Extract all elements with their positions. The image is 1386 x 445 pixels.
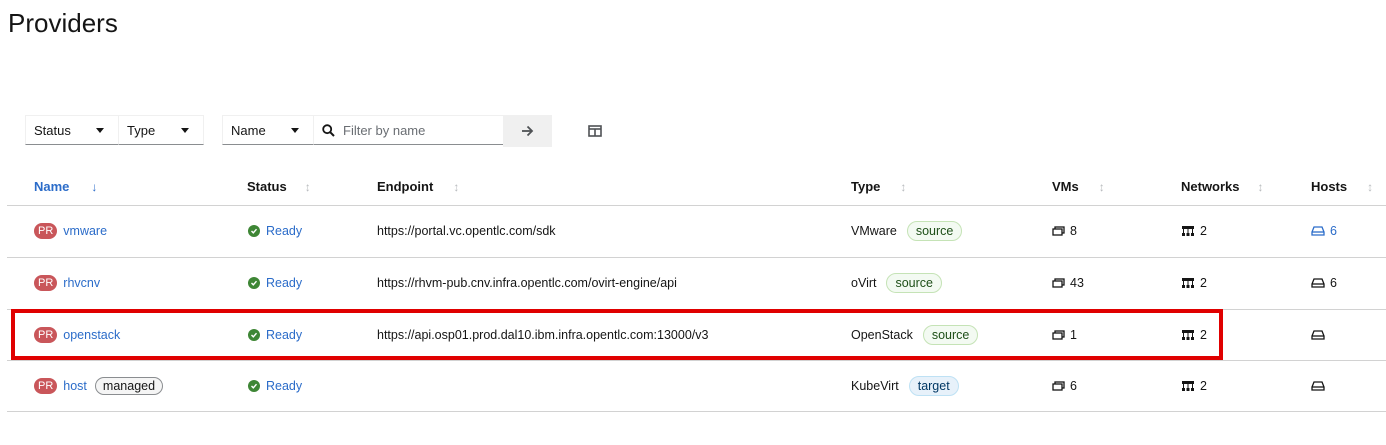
vm-count: 6 xyxy=(1070,379,1077,393)
columns-icon xyxy=(588,125,602,137)
column-header-label: Status xyxy=(247,179,287,194)
column-header-label: Endpoint xyxy=(377,179,434,194)
provider-name-link[interactable]: rhvcnv xyxy=(63,276,100,290)
sort-icon: ↕ xyxy=(900,179,907,194)
managed-badge: managed xyxy=(94,377,164,395)
vm-icon xyxy=(1052,277,1065,289)
column-header-status[interactable]: Status ↕ xyxy=(247,179,311,194)
network-icon xyxy=(1181,225,1195,237)
name-filter-label: Name xyxy=(231,122,266,138)
network-count: 2 xyxy=(1200,379,1207,393)
status-filter-label: Status xyxy=(34,122,71,138)
host-icon xyxy=(1311,226,1325,236)
provider-badge: PR xyxy=(34,275,58,291)
network-count: 2 xyxy=(1200,224,1207,238)
table-row: PR rhvcnv Ready https://rhvm-pub.cnv.inf… xyxy=(0,257,1386,309)
search-icon xyxy=(322,123,335,137)
name-filter-select[interactable]: Name xyxy=(222,115,314,145)
status-filter-select[interactable]: Status xyxy=(25,115,119,145)
caret-down-icon xyxy=(291,128,299,133)
search-box xyxy=(313,115,504,145)
host-icon xyxy=(1311,330,1325,340)
network-count: 2 xyxy=(1200,276,1207,290)
vm-count: 43 xyxy=(1070,276,1084,290)
column-header-label: Type xyxy=(851,179,881,194)
type-text: VMware xyxy=(851,224,897,238)
provider-name-link[interactable]: vmware xyxy=(63,224,107,238)
column-header-type[interactable]: Type ↕ xyxy=(851,179,906,194)
column-header-hosts[interactable]: Hosts ↕ xyxy=(1311,179,1373,194)
vm-icon xyxy=(1052,380,1065,392)
column-header-vms[interactable]: VMs ↕ xyxy=(1052,179,1105,194)
sort-icon: ↕ xyxy=(1098,179,1105,194)
type-filter-label: Type xyxy=(127,122,156,138)
arrow-right-icon xyxy=(521,125,534,137)
page-title: Providers xyxy=(8,8,118,38)
network-icon xyxy=(1181,380,1195,392)
host-icon xyxy=(1311,381,1325,391)
sort-icon: ↕ xyxy=(1257,179,1264,194)
type-filter-select[interactable]: Type xyxy=(118,115,204,145)
check-circle-icon xyxy=(248,277,260,289)
caret-down-icon xyxy=(181,128,189,133)
table-row: PR host managed Ready KubeVirt target 6 … xyxy=(0,360,1386,412)
check-circle-icon xyxy=(248,380,260,392)
provider-badge: PR xyxy=(34,378,58,394)
status-link[interactable]: Ready xyxy=(266,379,302,393)
vm-icon xyxy=(1052,225,1065,237)
check-circle-icon xyxy=(248,225,260,237)
host-count-link[interactable]: 6 xyxy=(1330,224,1337,238)
type-text: oVirt xyxy=(851,276,877,290)
row-divider xyxy=(7,411,1386,412)
provider-badge: PR xyxy=(34,223,58,239)
vm-count: 8 xyxy=(1070,224,1077,238)
search-input[interactable] xyxy=(341,121,495,139)
column-header-label: Name xyxy=(34,179,70,194)
column-header-name[interactable]: Name ↓ xyxy=(34,179,97,194)
sort-icon: ↕ xyxy=(304,179,311,194)
manage-columns-button[interactable] xyxy=(586,119,604,143)
status-link[interactable]: Ready xyxy=(266,276,302,290)
status-link[interactable]: Ready xyxy=(266,224,302,238)
role-label: target xyxy=(908,376,959,396)
column-header-label: VMs xyxy=(1052,179,1079,194)
endpoint-text: https://portal.vc.opentlc.com/sdk xyxy=(377,224,556,238)
sort-down-icon: ↓ xyxy=(91,179,98,194)
host-icon xyxy=(1311,278,1325,288)
role-label: source xyxy=(906,221,963,241)
column-header-label: Networks xyxy=(1181,179,1240,194)
column-header-networks[interactable]: Networks ↕ xyxy=(1181,179,1264,194)
column-header-label: Hosts xyxy=(1311,179,1348,194)
provider-name-link[interactable]: host xyxy=(63,379,87,393)
endpoint-text: https://rhvm-pub.cnv.infra.opentlc.com/o… xyxy=(377,276,677,290)
column-header-endpoint[interactable]: Endpoint ↕ xyxy=(377,179,459,194)
caret-down-icon xyxy=(96,128,104,133)
role-label: source xyxy=(886,273,943,293)
table-row: PR vmware Ready https://portal.vc.opentl… xyxy=(0,205,1386,257)
search-submit-button[interactable] xyxy=(503,115,552,147)
network-icon xyxy=(1181,277,1195,289)
row-highlight-box xyxy=(11,309,1223,360)
host-count: 6 xyxy=(1330,276,1337,290)
sort-icon: ↕ xyxy=(453,179,460,194)
sort-icon: ↕ xyxy=(1367,179,1374,194)
type-text: KubeVirt xyxy=(851,379,899,393)
